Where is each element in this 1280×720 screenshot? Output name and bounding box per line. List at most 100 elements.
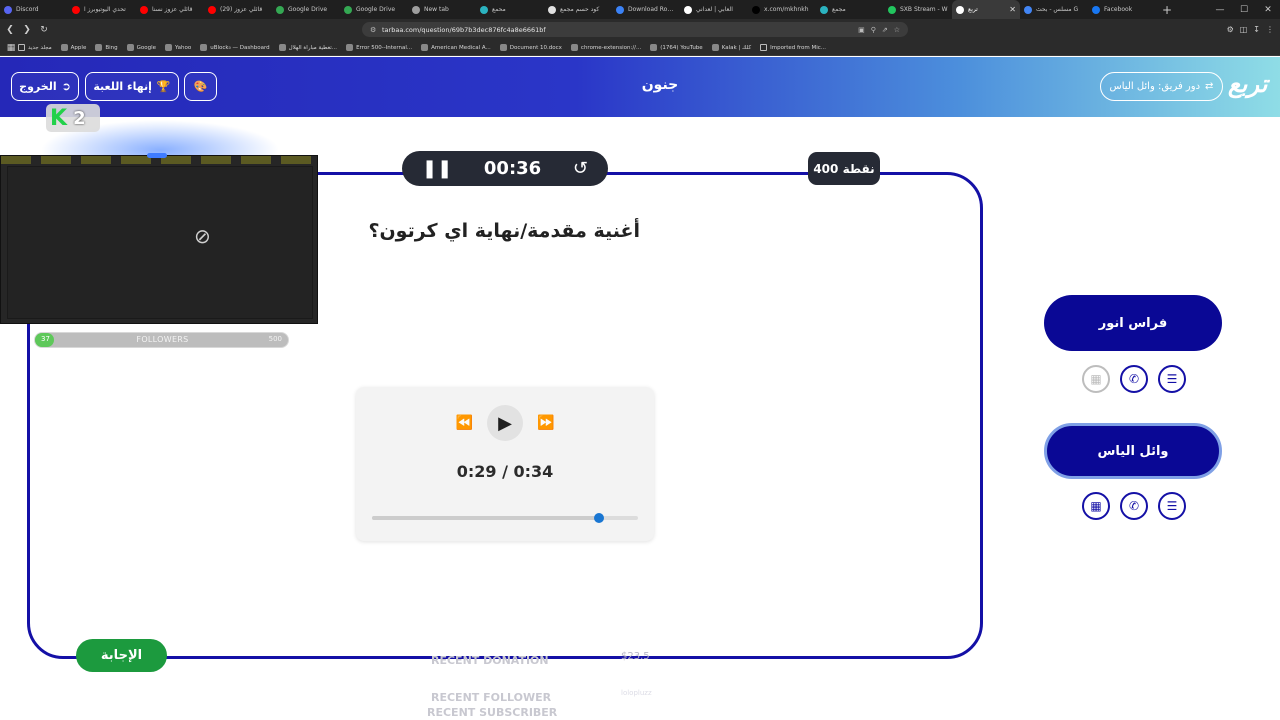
browser-tab[interactable]: مجمع bbox=[816, 0, 884, 19]
bookmark-item[interactable]: مجلد جديد bbox=[18, 44, 52, 51]
browser-tab[interactable]: قائلي عزوز نسنا bbox=[136, 0, 204, 19]
sidebar-icon[interactable]: ◫ bbox=[1240, 25, 1248, 34]
share-icon[interactable]: ⇗ bbox=[882, 26, 888, 34]
tab-title: تربع bbox=[968, 6, 978, 13]
browser-tab[interactable]: New tab bbox=[408, 0, 476, 19]
favicon-icon bbox=[140, 5, 148, 14]
bookmark-item[interactable]: Google bbox=[126, 44, 156, 51]
bookmark-item[interactable]: American Medical A... bbox=[421, 44, 491, 51]
browser-tab[interactable]: Google Drive bbox=[272, 0, 340, 19]
favicon-icon bbox=[4, 5, 12, 14]
bookmark-item[interactable]: Imported from Mic... bbox=[760, 44, 826, 51]
call-friend-icon[interactable]: ✆ bbox=[1120, 365, 1148, 393]
followers-current: 37 bbox=[41, 335, 50, 343]
browser-tab[interactable]: SXB Stream - W bbox=[884, 0, 952, 19]
answer-button[interactable]: الإجابة bbox=[76, 639, 167, 672]
maximize-icon[interactable]: ☐ bbox=[1232, 0, 1256, 19]
browser-tab[interactable]: x.com/mkhnkh bbox=[748, 0, 816, 19]
url-bar[interactable]: ⚙ tarbaa.com/question/69b7b3dec876fc4a8e… bbox=[362, 22, 908, 37]
end-game-label: إنهاء اللعبة bbox=[93, 80, 152, 93]
menu-icon[interactable]: ⋮ bbox=[1266, 25, 1274, 34]
browser-tab[interactable]: تربع ✕ bbox=[952, 0, 1020, 19]
browser-tab[interactable]: Facebook bbox=[1088, 0, 1156, 19]
zoom-icon[interactable]: ⚲ bbox=[871, 26, 876, 34]
player-controls: ⏪ ▶ ⏩ bbox=[356, 405, 654, 441]
reload-icon[interactable]: ↻ bbox=[37, 19, 51, 40]
bookmark-item[interactable]: Yahoo bbox=[165, 44, 191, 51]
seek-progress bbox=[372, 516, 599, 520]
browser-tab[interactable]: (29) قائلي عزوز bbox=[204, 0, 272, 19]
close-window-icon[interactable]: ✕ bbox=[1256, 0, 1280, 19]
toolbar-right: ⚙ ◫ ↧ ⋮ bbox=[1227, 19, 1274, 40]
site-info-icon[interactable]: ⚙ bbox=[370, 26, 382, 34]
browser-tab[interactable]: مسلس - بحث G bbox=[1020, 0, 1088, 19]
list-icon[interactable]: ☰ bbox=[1158, 492, 1186, 520]
play-icon: ▶ bbox=[498, 412, 512, 434]
seek-bar[interactable] bbox=[372, 513, 638, 523]
reset-timer-icon[interactable]: ↺ bbox=[573, 158, 588, 179]
tab-title: Discord bbox=[16, 6, 39, 13]
theme-button[interactable]: 🎨 bbox=[184, 72, 217, 101]
apps-grid-icon[interactable]: ▦ bbox=[4, 37, 18, 58]
bookmark-item[interactable]: Bing bbox=[95, 44, 118, 51]
browser-tab[interactable]: العابي | لعداني bbox=[680, 0, 748, 19]
turn-indicator[interactable]: دور فريق: وائل الياس ⇄ bbox=[1100, 72, 1223, 101]
end-game-button[interactable]: إنهاء اللعبة 🏆 bbox=[85, 72, 179, 101]
webcam-led bbox=[147, 153, 167, 158]
window-controls: — ☐ ✕ bbox=[1208, 0, 1280, 19]
tab-title: مسلس - بحث G bbox=[1036, 6, 1079, 13]
browser-tab[interactable]: تحدي اليوتيوبرز ا bbox=[68, 0, 136, 19]
bookmark-favicon-icon bbox=[499, 44, 507, 51]
call-friend-icon[interactable]: ✆ bbox=[1120, 492, 1148, 520]
tab-title: كود حسم مجمع bbox=[560, 6, 600, 13]
bookmark-label: Bing bbox=[105, 44, 118, 51]
favicon-icon bbox=[548, 5, 556, 14]
favicon-icon bbox=[480, 5, 488, 14]
browser-tab[interactable]: كود حسم مجمع bbox=[544, 0, 612, 19]
bookmark-item[interactable]: Kalak | كلك bbox=[711, 44, 751, 51]
favicon-icon bbox=[956, 5, 964, 14]
play-button[interactable]: ▶ bbox=[487, 405, 523, 441]
seek-handle[interactable] bbox=[593, 513, 604, 523]
bookmark-favicon-icon bbox=[95, 44, 103, 51]
bookmark-item[interactable]: uBlock₀ — Dashboard bbox=[200, 44, 270, 51]
bookmark-item[interactable]: Apple bbox=[60, 44, 86, 51]
pause-icon[interactable]: ❚❚ bbox=[422, 158, 452, 179]
new-tab-button[interactable]: + bbox=[1156, 0, 1178, 19]
fast-forward-icon[interactable]: ⏩ bbox=[537, 415, 554, 431]
install-app-icon[interactable]: ▣ bbox=[858, 26, 865, 34]
bookmark-item[interactable]: (1764) YouTube bbox=[650, 44, 703, 51]
favicon-icon bbox=[684, 5, 692, 14]
browser-tab[interactable]: محمع bbox=[476, 0, 544, 19]
address-bar-row: ❮ ❯ ↻ ⚙ tarbaa.com/question/69b7b3dec876… bbox=[0, 19, 1280, 40]
bookmark-favicon-icon bbox=[126, 44, 134, 51]
bookmark-item[interactable]: تغطية مباراة الهلال... bbox=[278, 44, 337, 51]
recent-follower-value: lolopluzz bbox=[621, 689, 652, 697]
two-answers-icon[interactable]: ▦ bbox=[1082, 492, 1110, 520]
rewind-icon[interactable]: ⏪ bbox=[456, 415, 473, 431]
download-icon[interactable]: ↧ bbox=[1253, 25, 1260, 34]
folder-icon bbox=[760, 44, 768, 51]
favicon-icon bbox=[752, 5, 760, 14]
followers-goal-bar: FOLLOWERS 37 500 bbox=[34, 332, 289, 348]
bookmark-item[interactable]: Document 10.docx bbox=[499, 44, 562, 51]
close-tab-icon[interactable]: ✕ bbox=[1009, 5, 1016, 14]
tab-title: x.com/mkhnkh bbox=[764, 6, 809, 13]
extensions-icon[interactable]: ⚙ bbox=[1227, 25, 1234, 34]
browser-tab[interactable]: Google Drive bbox=[340, 0, 408, 19]
bookmark-favicon-icon bbox=[650, 44, 658, 51]
bookmark-item[interactable]: Error 500--Internal... bbox=[346, 44, 412, 51]
team-button-2[interactable]: وائل الياس bbox=[1044, 423, 1222, 479]
bookmark-item[interactable]: chrome-extension://... bbox=[570, 44, 641, 51]
favicon-icon bbox=[208, 5, 216, 14]
minimize-icon[interactable]: — bbox=[1208, 0, 1232, 19]
exit-button[interactable]: الخروج ➲ bbox=[11, 72, 79, 101]
two-answers-icon[interactable]: ▦ bbox=[1082, 365, 1110, 393]
bookmark-label: (1764) YouTube bbox=[660, 44, 703, 51]
forward-icon[interactable]: ❯ bbox=[20, 19, 34, 40]
list-icon[interactable]: ☰ bbox=[1158, 365, 1186, 393]
bookmark-star-icon[interactable]: ☆ bbox=[894, 26, 900, 34]
browser-tab[interactable]: Download Roblo bbox=[612, 0, 680, 19]
browser-tab[interactable]: Discord bbox=[0, 0, 68, 19]
team-button-1[interactable]: فراس انور bbox=[1044, 295, 1222, 351]
